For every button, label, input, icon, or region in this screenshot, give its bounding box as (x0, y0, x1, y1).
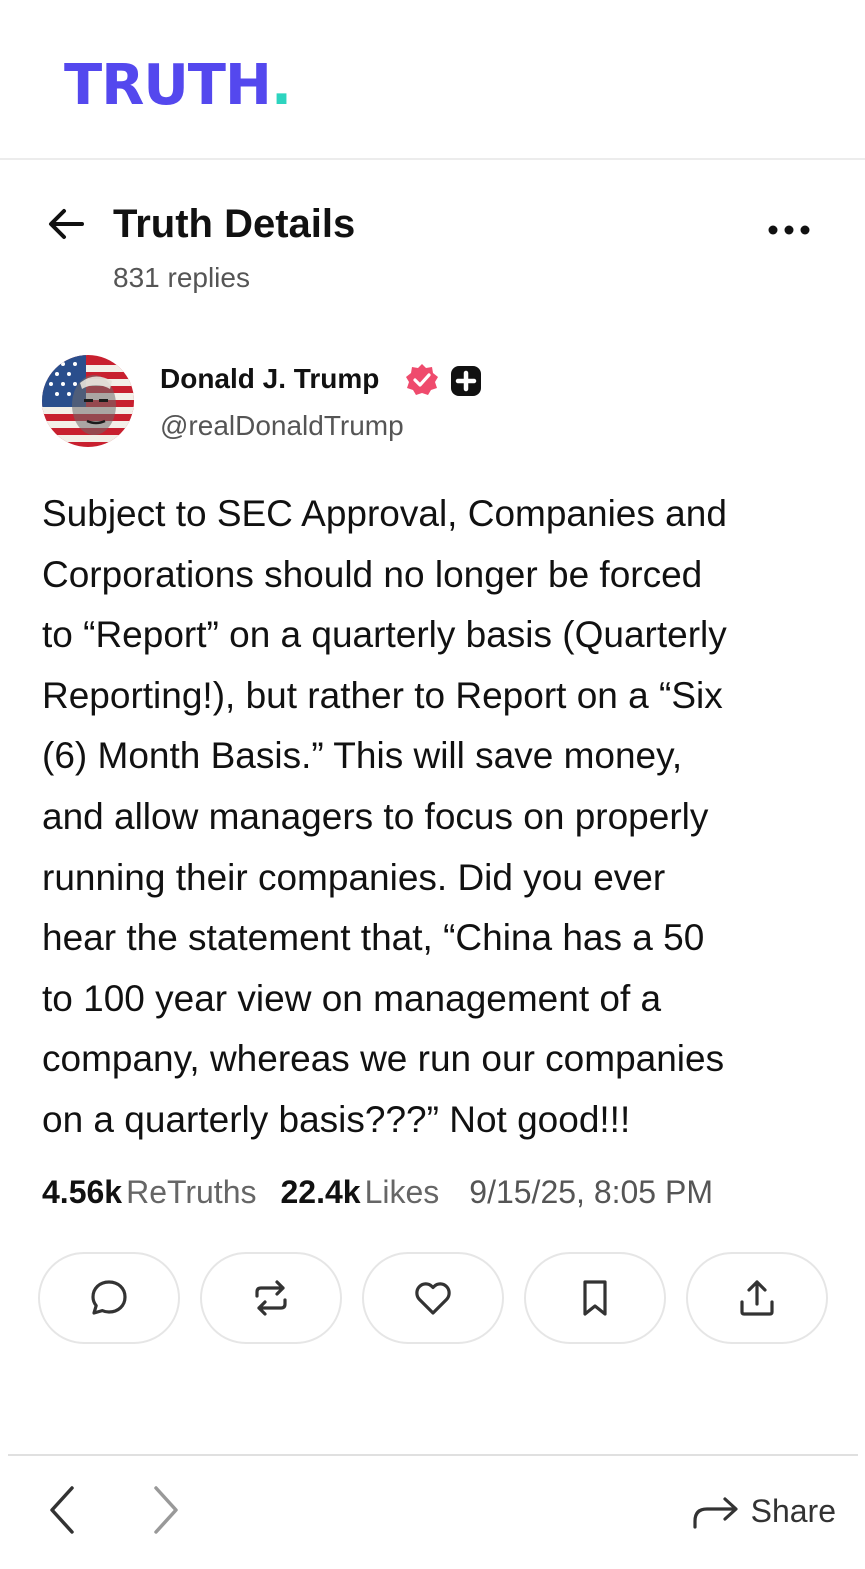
browser-back-button[interactable] (44, 1484, 80, 1536)
browser-bottom-bar: Share (8, 1454, 858, 1569)
browser-forward-button[interactable] (148, 1484, 184, 1536)
likes-count[interactable]: 22.4k (280, 1174, 360, 1210)
verified-badge-icon (405, 363, 439, 397)
logo-dot: . (270, 53, 292, 118)
truth-details-page: TRUTH. Truth Details 831 replies Donald … (0, 0, 865, 1569)
truth-logo[interactable]: TRUTH. (64, 58, 292, 114)
replies-count: 831 replies (113, 262, 250, 293)
likes-label[interactable]: Likes (365, 1174, 440, 1210)
repost-icon (255, 1280, 287, 1316)
author-avatar[interactable] (42, 355, 134, 447)
more-dots-icon (768, 225, 810, 235)
app-header: TRUTH. (0, 0, 865, 160)
more-options-button[interactable] (764, 215, 814, 245)
share-label: Share (750, 1492, 836, 1529)
post-actions (38, 1252, 828, 1344)
share-post-button[interactable] (686, 1252, 828, 1344)
share-arrow-icon (693, 1497, 738, 1529)
post-stats: 4.56k ReTruths 22.4k Likes 9/15/25, 8:05 PM (42, 1174, 832, 1211)
upload-icon (740, 1280, 774, 1316)
retruth-button[interactable] (200, 1252, 342, 1344)
flag-portrait-image (42, 355, 134, 447)
author-name[interactable]: Donald J. Trump (160, 363, 379, 395)
author-handle[interactable]: @realDonaldTrump (160, 410, 404, 442)
heart-icon (415, 1282, 451, 1315)
post-timestamp: 9/15/25, 8:05 PM (469, 1174, 713, 1210)
browser-share-button[interactable]: Share (691, 1486, 836, 1536)
arrow-left-icon (49, 209, 84, 239)
chevron-left-icon (50, 1486, 74, 1534)
reply-button[interactable] (38, 1252, 180, 1344)
bookmark-button[interactable] (524, 1252, 666, 1344)
post-text: Subject to SEC Approval, Companies and C… (42, 493, 727, 1140)
page-title: Truth Details (113, 202, 356, 246)
logo-text: TRUTH (64, 53, 272, 118)
back-button[interactable] (44, 202, 88, 246)
like-button[interactable] (362, 1252, 504, 1344)
chevron-right-icon (154, 1486, 178, 1534)
bookmark-icon (583, 1280, 607, 1316)
truth-plus-badge-icon (450, 365, 482, 397)
retruths-label[interactable]: ReTruths (126, 1174, 256, 1210)
retruths-count[interactable]: 4.56k (42, 1174, 122, 1210)
comment-icon (91, 1280, 127, 1315)
